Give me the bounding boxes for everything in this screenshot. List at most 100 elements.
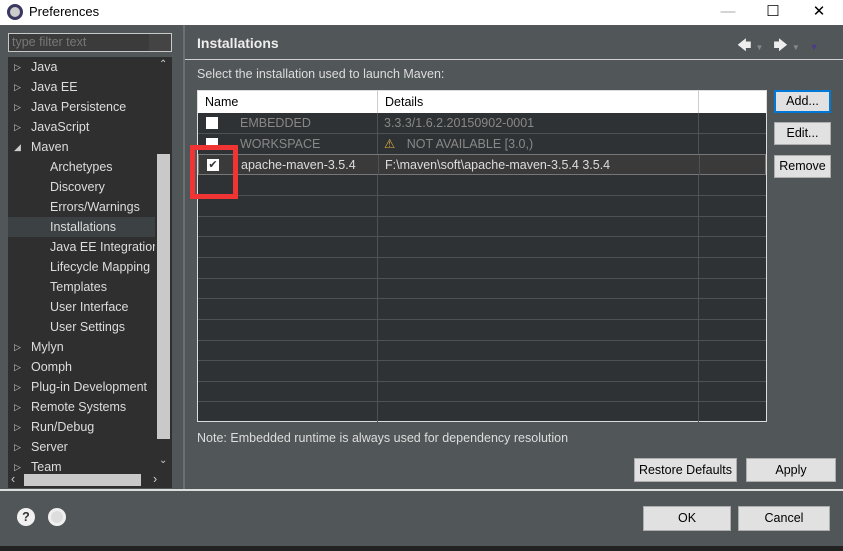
empty-row xyxy=(198,402,766,424)
table-row[interactable]: ✔ apache-maven-3.5.4 F:\maven\soft\apache-… xyxy=(198,154,766,176)
tree-item-label: Installations xyxy=(50,220,117,234)
eclipse-app-icon xyxy=(7,4,23,20)
nav-arrows: 🡄 ▼ 🡆 ▼ ▼ xyxy=(737,35,819,59)
tree-item[interactable]: ▷ Java xyxy=(8,57,155,77)
back-arrow-icon[interactable]: 🡄 xyxy=(737,37,751,53)
expand-icon[interactable]: ▷ xyxy=(14,97,21,117)
expand-icon[interactable]: ▷ xyxy=(14,117,21,137)
filter-input[interactable]: type filter text xyxy=(8,33,172,52)
scroll-thumb[interactable] xyxy=(157,154,170,439)
tree-item[interactable]: ▷ Java Persistence xyxy=(8,97,155,117)
column-header-details[interactable]: Details xyxy=(378,91,699,113)
tree-item[interactable]: ▷ Plug-in Development xyxy=(8,377,155,397)
collapse-icon[interactable]: ◢ xyxy=(14,137,21,157)
note-text: Embedded runtime is always used for depe… xyxy=(230,431,569,445)
tree-item[interactable]: Installations xyxy=(8,217,155,237)
remove-button[interactable]: Remove xyxy=(774,155,831,178)
note-label: Note: xyxy=(197,431,227,445)
expand-icon[interactable]: ▷ xyxy=(14,337,21,357)
tree-vertical-scrollbar[interactable]: ⌃ ⌄ xyxy=(155,57,172,472)
tree-item[interactable]: User Settings xyxy=(8,317,155,337)
tree-item[interactable]: ▷ Team xyxy=(8,457,155,472)
ok-button[interactable]: OK xyxy=(643,506,731,531)
hscroll-thumb[interactable] xyxy=(24,474,141,486)
scroll-left-icon[interactable]: ‹ xyxy=(11,472,15,486)
expand-icon[interactable]: ▷ xyxy=(14,397,21,417)
scroll-right-icon[interactable]: › xyxy=(153,472,157,486)
tree-item[interactable]: ▷ Java EE xyxy=(8,77,155,97)
table-row[interactable]: EMBEDDED 3.3.3/1.6.2.20150902-0001 xyxy=(198,113,766,134)
help-icon[interactable]: ? xyxy=(17,508,35,526)
tree-item-label: Java Persistence xyxy=(31,100,127,114)
empty-row xyxy=(198,216,766,238)
empty-row xyxy=(198,298,766,320)
scroll-down-icon[interactable]: ⌄ xyxy=(159,455,167,466)
prompt-label: Select the installation used to launch M… xyxy=(197,67,445,81)
add-button[interactable]: Add... xyxy=(774,90,831,113)
tree-item[interactable]: ▷ Oomph xyxy=(8,357,155,377)
tree-item-label: Team xyxy=(31,460,62,472)
tree-item[interactable]: ▷ Server xyxy=(8,437,155,457)
maximize-button[interactable]: ☐ xyxy=(750,0,796,25)
tree-item[interactable]: ▷ JavaScript xyxy=(8,117,155,137)
tree-item-label: JavaScript xyxy=(31,120,90,134)
minimize-button[interactable]: — xyxy=(705,0,751,25)
back-menu-icon[interactable]: ▼ xyxy=(755,43,763,52)
expand-icon[interactable]: ▷ xyxy=(14,457,21,472)
installation-details: F:\maven\soft\apache-maven-3.5.4 3.5.4 xyxy=(385,158,611,173)
tree-item[interactable]: Lifecycle Mapping xyxy=(8,257,155,277)
restore-defaults-button[interactable]: Restore Defaults xyxy=(634,458,737,482)
expand-icon[interactable]: ▷ xyxy=(14,77,21,97)
tree-item-label: Lifecycle Mapping xyxy=(50,260,151,274)
tree-item[interactable]: ▷ Remote Systems xyxy=(8,397,155,417)
tree-item[interactable]: Discovery xyxy=(8,177,155,197)
expand-icon[interactable]: ▷ xyxy=(14,437,21,457)
table-row[interactable]: WORKSPACE ⚠ NOT AVAILABLE [3.0,) xyxy=(198,133,766,155)
edit-button[interactable]: Edit... xyxy=(774,122,831,145)
tree-item[interactable]: ▷ Run/Debug xyxy=(8,417,155,437)
expand-icon[interactable]: ▷ xyxy=(14,377,21,397)
installation-checkbox[interactable] xyxy=(206,117,218,129)
tree-item[interactable]: User Interface xyxy=(8,297,155,317)
tree-item[interactable]: Archetypes xyxy=(8,157,155,177)
installation-details: 3.3.3/1.6.2.20150902-0001 xyxy=(384,116,535,130)
clear-filter-button[interactable] xyxy=(149,34,171,51)
tree-item-label: Run/Debug xyxy=(31,420,95,434)
column-header-name[interactable]: Name xyxy=(198,91,378,113)
expand-icon[interactable]: ▷ xyxy=(14,57,21,77)
installation-name: apache-maven-3.5.4 xyxy=(241,158,356,173)
tree-item-label: Archetypes xyxy=(50,160,113,174)
warning-icon: ⚠ xyxy=(384,136,399,151)
tree-item-label: User Interface xyxy=(50,300,129,314)
installation-name: EMBEDDED xyxy=(240,116,311,130)
expand-icon[interactable]: ▷ xyxy=(14,357,21,377)
tree-item[interactable]: Errors/Warnings xyxy=(8,197,155,217)
forward-arrow-icon[interactable]: 🡆 xyxy=(773,37,787,53)
tree-horizontal-scrollbar[interactable]: ‹ › xyxy=(8,472,172,488)
empty-row xyxy=(198,257,766,279)
tree-item-label: Server xyxy=(31,440,68,454)
empty-row xyxy=(198,174,766,196)
header-divider xyxy=(185,59,843,60)
empty-row xyxy=(198,319,766,341)
import-export-icon[interactable] xyxy=(48,508,66,526)
splitter[interactable] xyxy=(183,25,185,489)
tree-item[interactable]: Java EE Integration xyxy=(8,237,159,257)
expand-icon[interactable]: ▷ xyxy=(14,417,21,437)
apply-button[interactable]: Apply xyxy=(746,458,836,482)
forward-menu-icon[interactable]: ▼ xyxy=(792,43,800,52)
note: Note: Embedded runtime is always used fo… xyxy=(197,431,568,445)
empty-row xyxy=(198,381,766,403)
cancel-button[interactable]: Cancel xyxy=(738,506,830,531)
page-title: Installations xyxy=(197,35,279,51)
installation-details: NOT AVAILABLE [3.0,) xyxy=(406,136,534,151)
tree-item-label: Remote Systems xyxy=(31,400,127,414)
scroll-up-icon[interactable]: ⌃ xyxy=(159,59,167,70)
close-button[interactable]: ✕ xyxy=(796,0,842,25)
empty-row xyxy=(198,278,766,300)
tree-item[interactable]: ▷ Mylyn xyxy=(8,337,155,357)
view-menu-icon[interactable]: ▼ xyxy=(810,42,819,52)
footer-divider xyxy=(0,489,843,491)
tree-item[interactable]: ◢ Maven xyxy=(8,137,155,157)
tree-item[interactable]: Templates xyxy=(8,277,155,297)
